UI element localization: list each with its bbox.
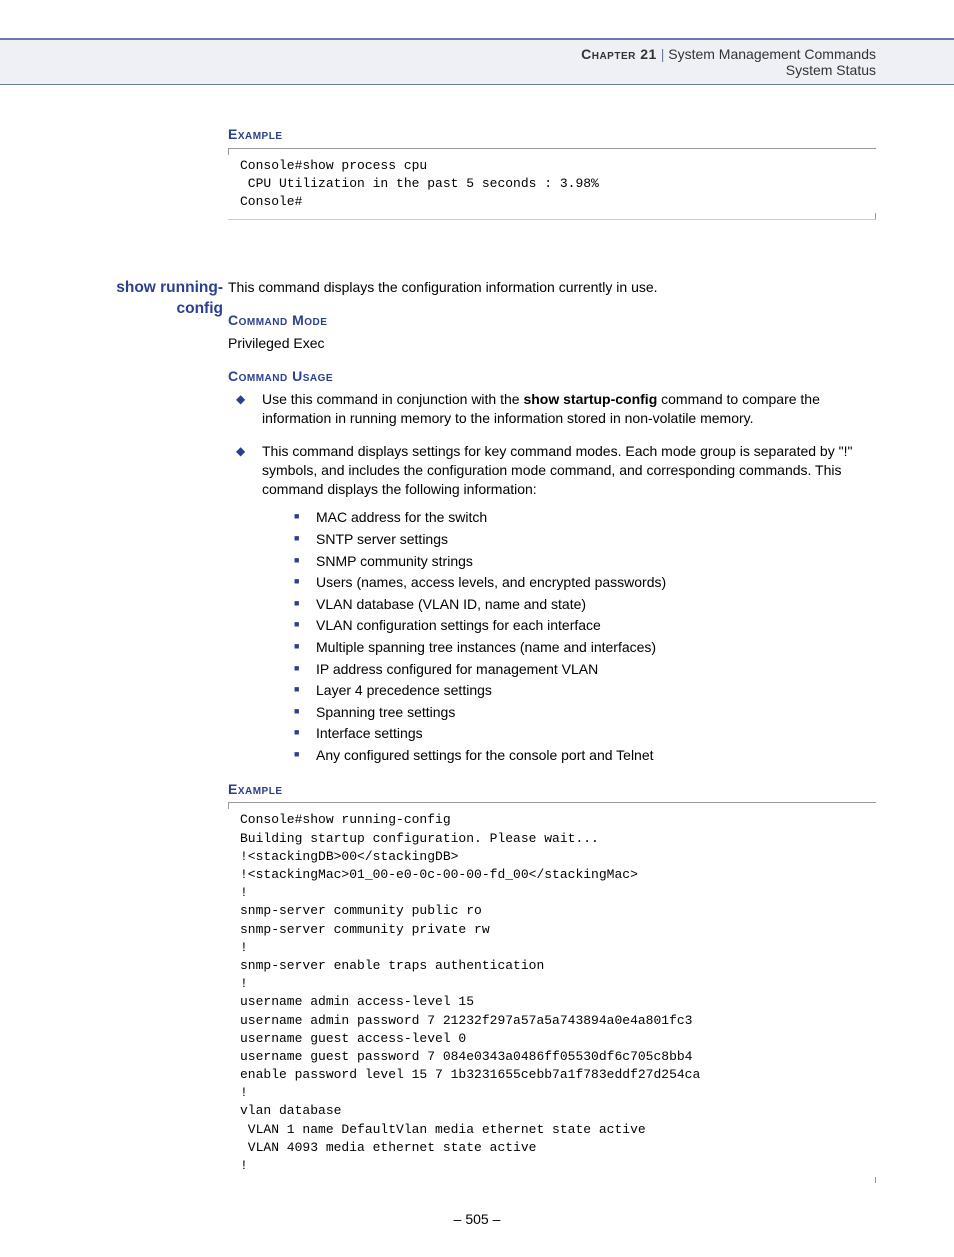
sublist-item: SNTP server settings — [262, 530, 876, 550]
code-block-running-config: Console#show running-config Building sta… — [228, 802, 876, 1183]
command-description: This command displays the configuration … — [228, 278, 876, 297]
example-heading-1: Example — [228, 125, 876, 144]
sublist-item: SNMP community strings — [262, 552, 876, 572]
header-title: System Management Commands — [668, 46, 876, 62]
command-usage-heading: Command Usage — [228, 367, 876, 386]
header-separator: | — [657, 46, 668, 62]
chapter-label: Chapter 21 — [581, 46, 657, 62]
sublist-item: MAC address for the switch — [262, 508, 876, 528]
code-block-cpu: Console#show process cpu CPU Utilization… — [228, 148, 876, 221]
sublist-item: Spanning tree settings — [262, 703, 876, 723]
command-mode-value: Privileged Exec — [228, 334, 876, 353]
sublist-item: VLAN configuration settings for each int… — [262, 616, 876, 636]
page-number: – 505 – — [0, 1211, 954, 1257]
command-name: show running-config — [78, 278, 223, 318]
sublist-item: Layer 4 precedence settings — [262, 681, 876, 701]
example-heading-2: Example — [228, 780, 876, 799]
usage-item-2-text: This command displays settings for key c… — [262, 443, 852, 497]
page-header: Chapter 21 | System Management Commands … — [0, 38, 954, 85]
sublist-item: Interface settings — [262, 724, 876, 744]
command-mode-heading: Command Mode — [228, 311, 876, 330]
sublist-item: Users (names, access levels, and encrypt… — [262, 573, 876, 593]
usage-item-2: This command displays settings for key c… — [228, 442, 876, 766]
sublist-item: IP address configured for management VLA… — [262, 660, 876, 680]
sublist-item: Any configured settings for the console … — [262, 746, 876, 766]
usage-item-1-pre: Use this command in conjunction with the — [262, 391, 523, 407]
sublist-item: Multiple spanning tree instances (name a… — [262, 638, 876, 658]
header-subtitle: System Status — [0, 62, 876, 78]
usage-item-1: Use this command in conjunction with the… — [228, 390, 876, 428]
sublist-item: VLAN database (VLAN ID, name and state) — [262, 595, 876, 615]
usage-sublist: MAC address for the switch SNTP server s… — [262, 508, 876, 765]
usage-item-1-bold: show startup-config — [523, 391, 657, 407]
usage-list: Use this command in conjunction with the… — [228, 390, 876, 766]
